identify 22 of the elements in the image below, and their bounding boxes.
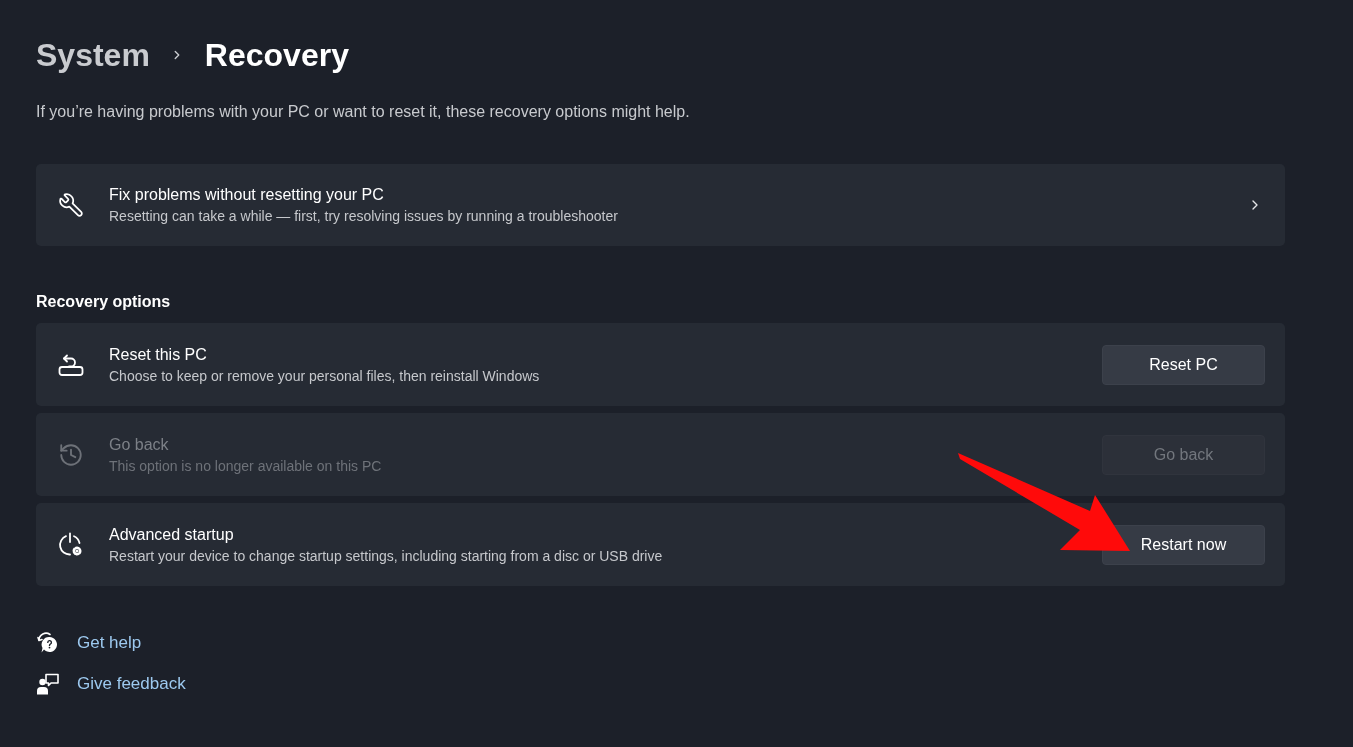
option-button[interactable]: Reset PC <box>1102 344 1265 385</box>
drive-reset-icon <box>58 352 84 377</box>
help-link[interactable]: Get help <box>36 631 142 655</box>
wrench-icon <box>58 192 84 218</box>
option-subtitle: This option is no longer available on this PC <box>109 456 382 476</box>
history-icon <box>58 441 84 468</box>
option-subtitle: Choose to keep or remove your personal files, then reinstall Windows <box>109 366 540 386</box>
person-speech-icon <box>36 673 60 695</box>
card-subtitle: Resetting can take a while — first, try resolving issues by running a troubleshooter <box>109 207 618 226</box>
feedback-link[interactable]: Give feedback <box>36 672 186 696</box>
breadcrumb-link[interactable]: System <box>36 33 150 77</box>
power-gear-icon <box>58 531 84 558</box>
option-title: Go back <box>109 434 169 455</box>
help-icon <box>36 631 60 655</box>
card-title: Fix problems without resetting your PC <box>109 185 384 205</box>
fix-problems-card[interactable]: Fix problems without resetting your PC Resetting can take a while — first, try resolving issues by running a troubleshooter <box>36 164 1285 246</box>
option-subtitle: Restart your device to change startup settings, including starting from a disc or USB drive <box>109 546 663 566</box>
section-heading: Recovery options <box>36 292 171 312</box>
page-description: If you’re having problems with your PC or want to reset it, these recovery options might help. <box>36 102 690 122</box>
option-title: Advanced startup <box>109 524 234 545</box>
option-title: Reset this PC <box>109 344 207 365</box>
page-title: Recovery <box>204 36 349 75</box>
